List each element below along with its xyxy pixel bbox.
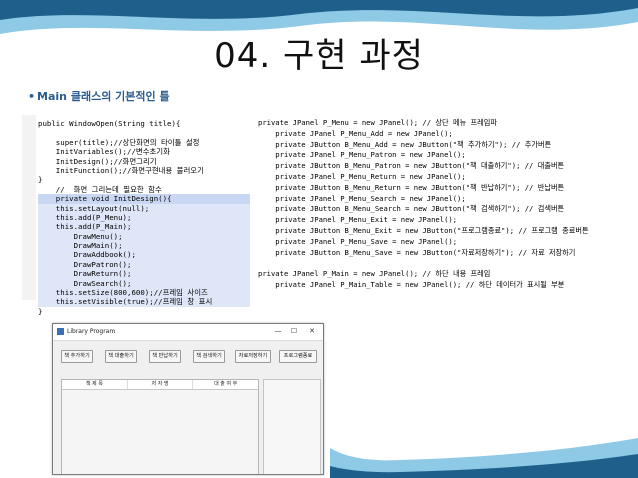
- column-header-author[interactable]: 저 자 명: [128, 380, 194, 389]
- column-header-loan-status[interactable]: 대 출 여 부: [193, 380, 258, 389]
- code-editor-right: private JPanel P_Menu = new JPanel(); //…: [258, 118, 628, 328]
- code-line: // 화면 그리는데 필요한 함수: [38, 184, 162, 194]
- code-line: this.setVisible(true);//프레임 창 표시: [38, 297, 250, 307]
- code-line: private JButton B_Menu_Save = new JButto…: [258, 247, 576, 257]
- save-data-button[interactable]: 자료저장하기: [235, 350, 271, 363]
- code-line: private JPanel P_Menu_Exit = new JPanel(…: [258, 215, 458, 225]
- search-book-button[interactable]: 책 검색하기: [193, 350, 225, 363]
- menu-button-bar: 책 추가하기 책 대출하기 책 반납하기 책 검색하기 자료저장하기 프로그램종…: [53, 341, 323, 369]
- code-line: private JPanel P_Menu_Patron = new JPane…: [258, 150, 466, 160]
- code-line: super(title);//상단화면의 타이틀 설정: [38, 137, 200, 147]
- code-line: }: [38, 175, 43, 185]
- code-line: }: [38, 306, 43, 316]
- slide-title: 04. 구현 과정: [214, 36, 424, 76]
- code-line: private JPanel P_Menu_Add = new JPanel()…: [258, 128, 453, 138]
- code-line: private JPanel P_Main = new JPanel(); //…: [258, 269, 491, 279]
- code-line: this.add(P_Main);: [38, 222, 250, 232]
- code-line: DrawPatron();: [38, 259, 250, 270]
- code-line: DrawAddbook();: [38, 250, 250, 260]
- app-icon: [57, 328, 64, 335]
- table-header: 책 제 목 저 자 명 대 출 여 부: [62, 380, 258, 390]
- code-line: private JButton B_Menu_Return = new JBut…: [258, 182, 565, 192]
- code-line-selected: private void InitDesign(){: [38, 194, 250, 204]
- add-book-button[interactable]: 책 추가하기: [61, 350, 93, 363]
- code-line: private JPanel P_Main_Table = new JPanel…: [258, 279, 565, 289]
- code-line: this.setSize(800,600);//프레임 사이즈: [38, 288, 250, 298]
- code-editor-left: public WindowOpen(String title){ super(t…: [22, 115, 250, 316]
- code-line: InitFunction();//화면구현내용 불러오기: [38, 165, 204, 175]
- code-line: InitVariables();//변수초기화: [38, 147, 170, 157]
- code-line: private JButton B_Menu_Patron = new JBut…: [258, 161, 565, 171]
- close-icon[interactable]: ✕: [305, 326, 319, 337]
- code-line: private JPanel P_Menu_Search = new JPane…: [258, 193, 466, 203]
- column-header-title[interactable]: 책 제 목: [62, 380, 128, 389]
- bottom-wave-decoration: [0, 438, 638, 478]
- code-line: private JPanel P_Menu_Return = new JPane…: [258, 171, 466, 181]
- window-titlebar: Library Program — ☐ ✕: [53, 324, 323, 341]
- bullet-icon: •: [28, 90, 36, 103]
- code-line: private JPanel P_Menu_Save = new JPanel(…: [258, 236, 458, 246]
- return-book-button[interactable]: 책 반납하기: [149, 350, 181, 363]
- lend-book-button[interactable]: 책 대출하기: [105, 350, 137, 363]
- subtitle-text: Main 클래스의 기본적인 틀: [37, 90, 170, 103]
- code-line: DrawSearch();: [38, 278, 250, 289]
- code-line: DrawMenu();: [38, 231, 250, 242]
- slide-subtitle: • Main 클래스의 기본적인 틀: [28, 88, 170, 104]
- editor-gutter: [22, 115, 36, 300]
- maximize-icon[interactable]: ☐: [287, 326, 301, 337]
- exit-program-button[interactable]: 프로그램종료: [279, 350, 317, 363]
- code-line: InitDesign();//화면그리기: [38, 156, 157, 166]
- code-line: private JButton B_Menu_Add = new JButton…: [258, 139, 552, 149]
- window-title: Library Program: [67, 328, 116, 335]
- code-line: DrawReturn();: [38, 269, 250, 279]
- code-line: DrawMain();: [38, 241, 250, 251]
- minimize-icon[interactable]: —: [271, 326, 285, 337]
- code-line: private JPanel P_Menu = new JPanel(); //…: [258, 118, 497, 127]
- code-line: private JButton B_Menu_Search = new JBut…: [258, 204, 565, 214]
- code-line: private JButton B_Menu_Exit = new JButto…: [258, 225, 589, 235]
- code-line: public WindowOpen(String title){: [38, 119, 181, 128]
- code-line: this.add(P_Menu);: [38, 212, 250, 223]
- code-line: this.setLayout(null);: [38, 203, 250, 213]
